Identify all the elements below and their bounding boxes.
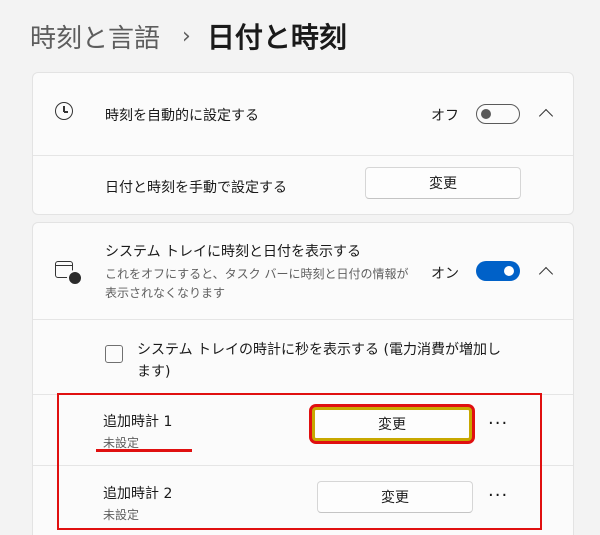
page-title: 日付と時刻 bbox=[206, 21, 347, 54]
tray-display-description: 表示されなくなります bbox=[105, 286, 226, 300]
manual-time-label: 日付と時刻を手動で設定する bbox=[105, 180, 287, 196]
seconds-checkbox[interactable] bbox=[105, 345, 123, 363]
chevron-up-icon[interactable] bbox=[538, 266, 554, 282]
divider bbox=[33, 155, 573, 156]
auto-time-label: 時刻を自動的に設定する bbox=[105, 108, 259, 124]
breadcrumb: 時刻と言語 › 日付と時刻 bbox=[30, 14, 347, 58]
manual-time-change-button[interactable]: 変更 bbox=[365, 167, 521, 199]
tray-display-toggle[interactable] bbox=[476, 261, 520, 281]
calendar-clock-icon bbox=[67, 270, 83, 286]
auto-time-toggle[interactable] bbox=[476, 104, 520, 124]
tray-display-toggle-state: オン bbox=[431, 266, 459, 282]
auto-time-toggle-state: オフ bbox=[431, 108, 459, 124]
annotation-highlight-box bbox=[57, 393, 542, 530]
time-settings-card: 時刻を自動的に設定する オフ 日付と時刻を手動で設定する 変更 bbox=[32, 72, 574, 215]
breadcrumb-parent[interactable]: 時刻と言語 bbox=[30, 18, 160, 55]
seconds-option-label: システム トレイの時計に秒を表示する (電力消費が増加し ます) bbox=[137, 339, 537, 383]
tray-display-description: これをオフにすると、タスク バーに時刻と日付の情報が bbox=[105, 267, 409, 281]
toggle-knob bbox=[481, 108, 491, 119]
seconds-option-label-line: ます) bbox=[137, 364, 171, 380]
tray-display-label: システム トレイに時刻と日付を表示する bbox=[105, 244, 362, 260]
toggle-knob bbox=[504, 266, 514, 276]
seconds-option-label-line: システム トレイの時計に秒を表示する (電力消費が増加し bbox=[137, 342, 501, 358]
chevron-right-icon: › bbox=[182, 23, 191, 49]
chevron-up-icon[interactable] bbox=[538, 108, 554, 124]
annotation-underline bbox=[96, 449, 192, 452]
clock-icon bbox=[55, 102, 73, 120]
divider bbox=[33, 319, 573, 320]
